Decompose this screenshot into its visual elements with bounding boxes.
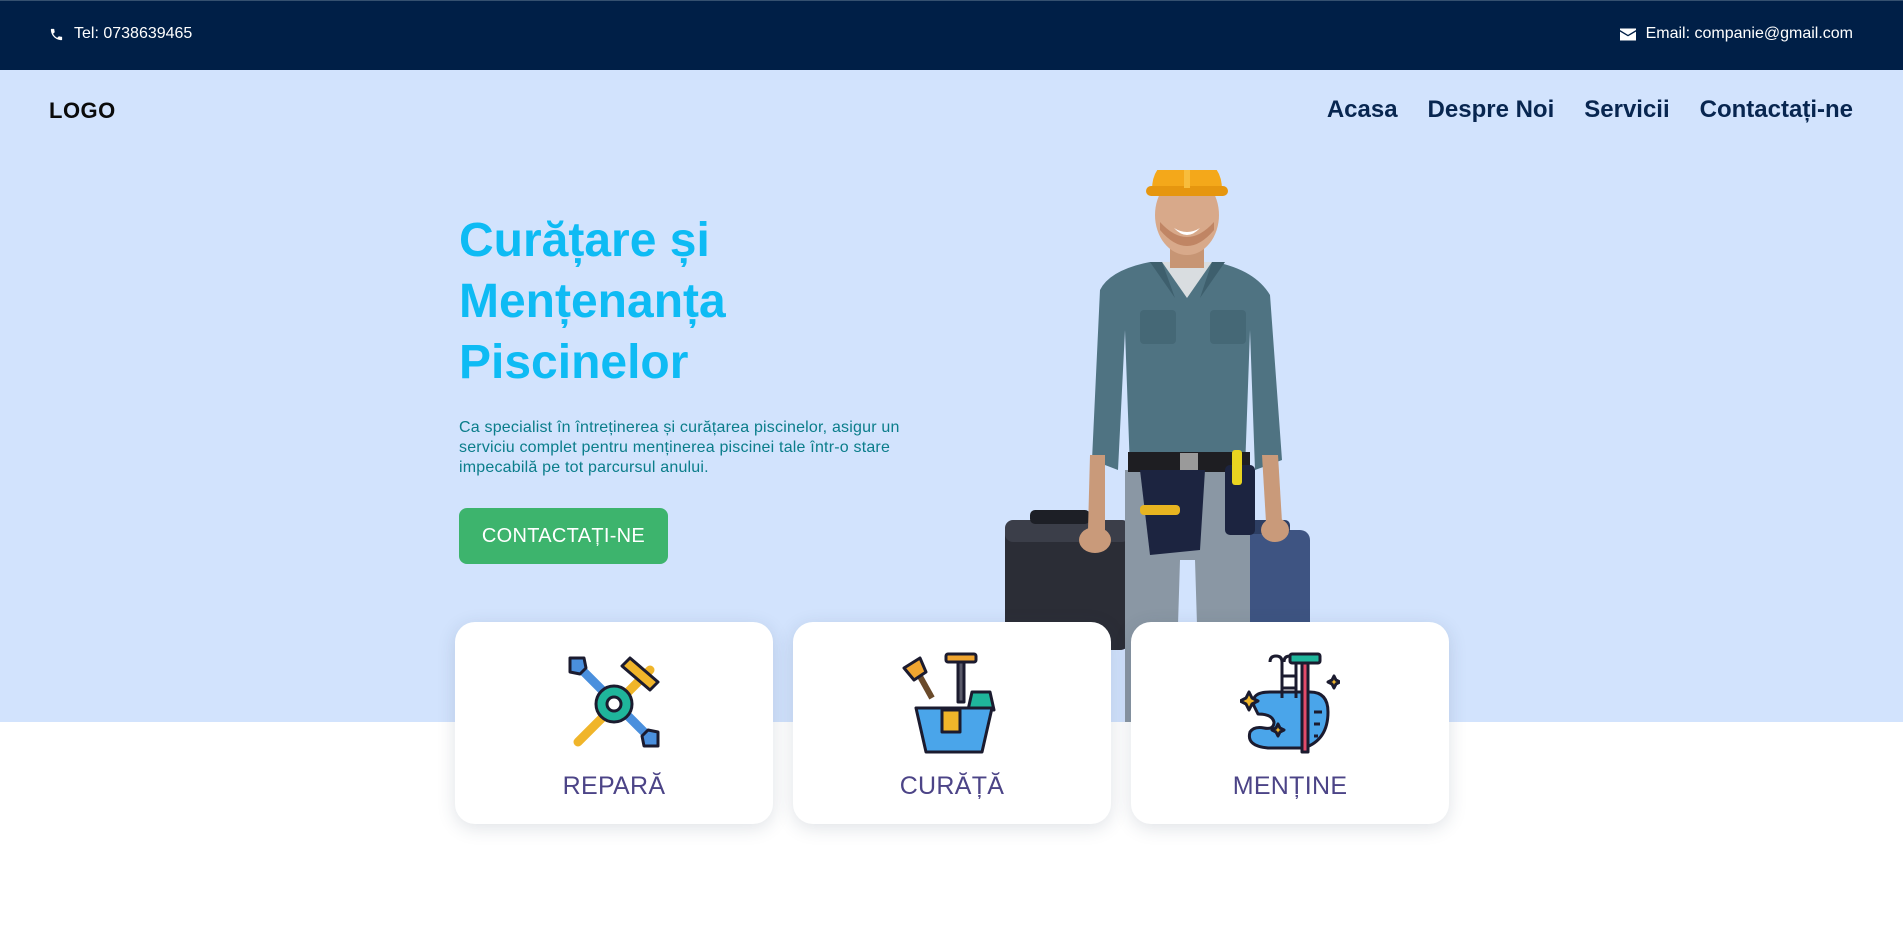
hero-title-line: Curățare și	[459, 214, 710, 267]
service-card-mentine[interactable]: MENȚINE	[1131, 622, 1449, 824]
services-row: REPARĂ CURĂȚĂ MENȚINE	[455, 622, 1449, 824]
contact-cta-button[interactable]: CONTACTAȚI-NE	[459, 508, 668, 564]
envelope-icon	[1619, 28, 1636, 41]
site-logo[interactable]: LOGO	[49, 98, 116, 124]
phone-contact[interactable]: Tel: 0738639465	[49, 25, 192, 43]
cleaning-bucket-icon	[902, 652, 1002, 756]
service-card-curata[interactable]: CURĂȚĂ	[793, 622, 1111, 824]
service-label: CURĂȚĂ	[899, 772, 1005, 800]
pool-maintenance-icon	[1238, 652, 1342, 756]
repair-tools-icon	[564, 652, 664, 756]
hero-title-line: Piscinelor	[459, 336, 689, 389]
hero-description: Ca specialist în întreținerea și curățar…	[459, 419, 900, 476]
email-contact[interactable]: Email: companie@gmail.com	[1619, 25, 1853, 43]
service-label: REPARĂ	[562, 772, 666, 800]
hero-title: Curățare și Mențenanța Piscinelor	[459, 210, 879, 393]
phone-text: Tel: 0738639465	[74, 25, 193, 42]
phone-icon	[49, 27, 64, 42]
nav-item-despre-noi[interactable]: Despre Noi	[1428, 96, 1555, 124]
service-label: MENȚINE	[1232, 772, 1348, 800]
nav-item-contact[interactable]: Contactați-ne	[1700, 96, 1853, 124]
hero-title-line: Mențenanța	[459, 275, 726, 328]
email-text: Email: companie@gmail.com	[1645, 25, 1853, 42]
top-contact-bar: Tel: 0738639465 Email: companie@gmail.co…	[0, 0, 1903, 70]
nav-item-acasa[interactable]: Acasa	[1327, 96, 1398, 124]
main-navigation: Acasa Despre Noi Servicii Contactați-ne	[1327, 96, 1853, 124]
service-card-repara[interactable]: REPARĂ	[455, 622, 773, 824]
nav-item-servicii[interactable]: Servicii	[1584, 96, 1669, 124]
